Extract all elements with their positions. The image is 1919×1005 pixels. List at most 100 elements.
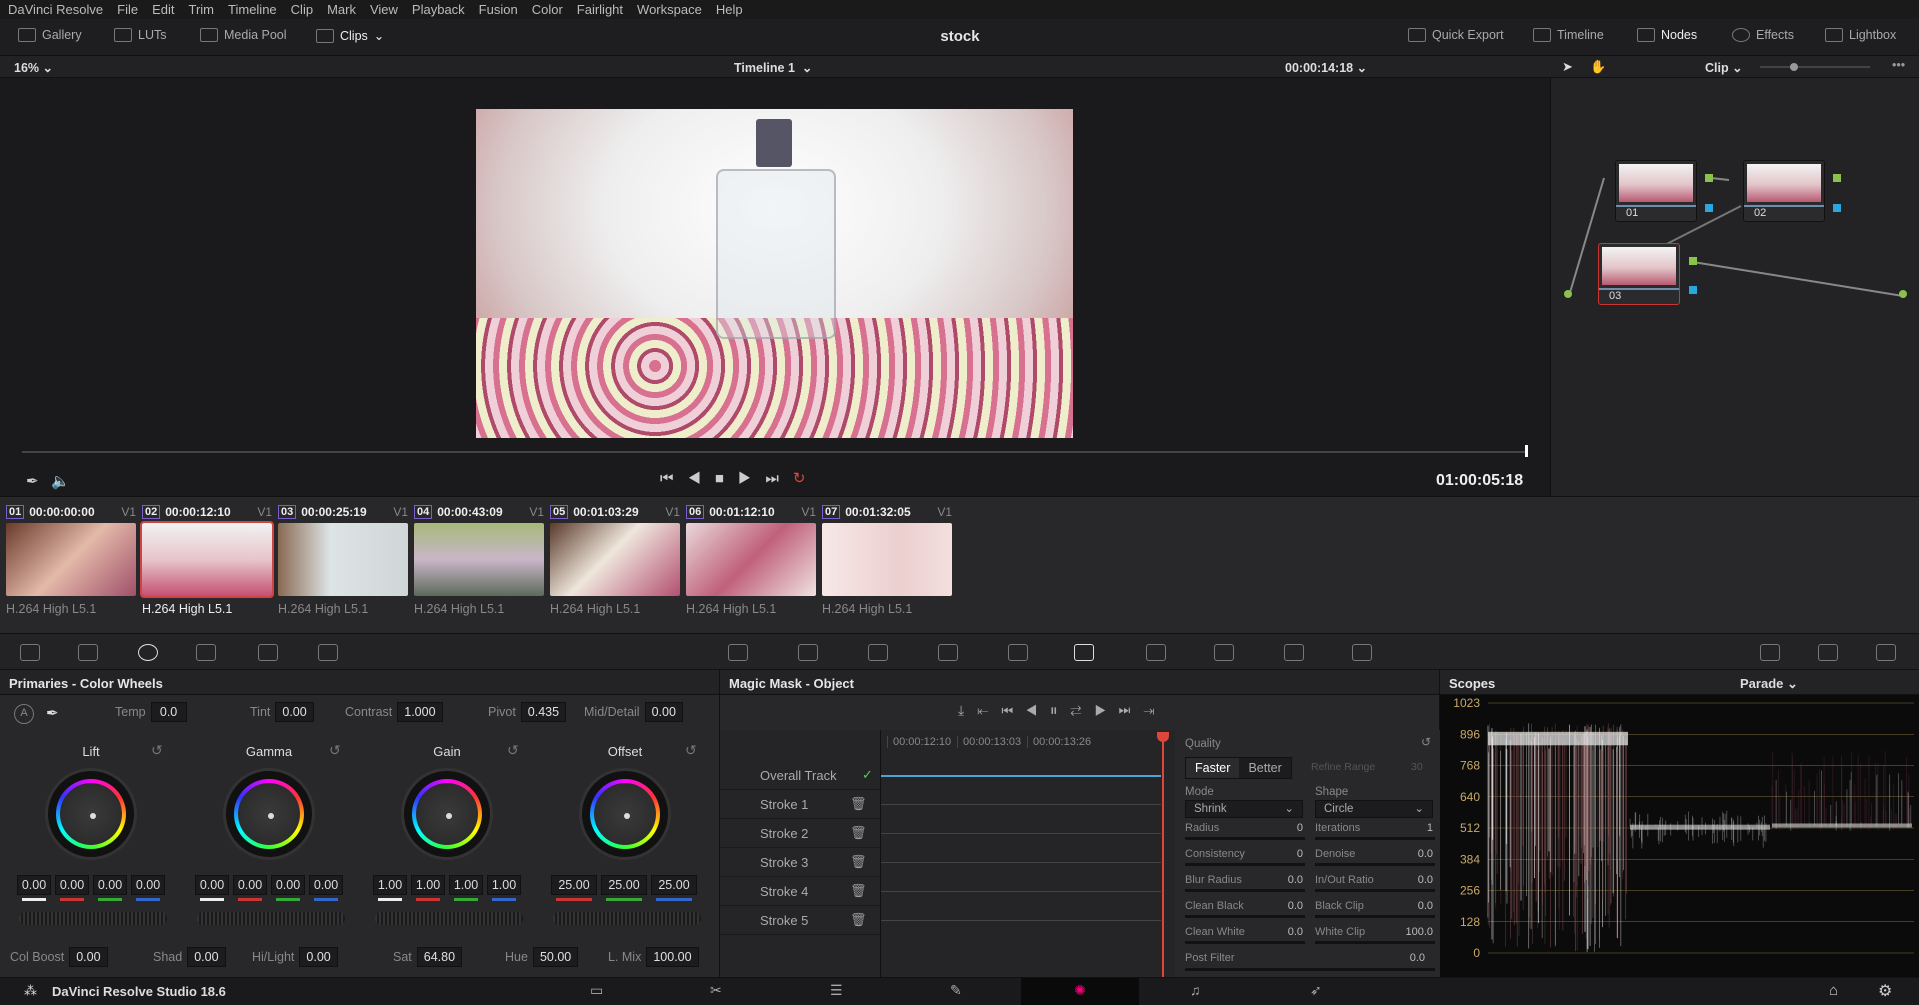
mask-track-row[interactable]: Stroke 5 🗑 [720,906,880,935]
mask-track-row[interactable]: Stroke 3 🗑 [720,848,880,877]
output-port[interactable] [1899,290,1907,298]
wheel-value[interactable]: 1.00 [411,875,445,901]
skip-start-icon[interactable]: ⏮ [1001,702,1026,718]
eyedropper-icon[interactable]: ✒ [26,473,39,490]
mask-track-row[interactable]: Stroke 4 🗑 [720,877,880,906]
mask-track-row[interactable]: Overall Track ✓ [720,761,880,790]
clip-07[interactable]: 07 00:01:32:05 V1 H.264 High L5.1 [822,505,952,616]
wheel-value[interactable]: 0.00 [93,875,127,901]
playhead[interactable] [1525,445,1528,457]
trash-icon[interactable]: 🗑 [850,883,867,899]
clip-06[interactable]: 06 00:01:12:10 V1 H.264 High L5.1 [686,505,816,616]
volume-icon[interactable]: 🔈 [51,473,70,490]
param-slider[interactable] [1315,863,1435,866]
clip-02[interactable]: 02 00:00:12:10 V1 H.264 High L5.1 [140,505,274,616]
wheel-puck[interactable] [268,813,274,819]
field-value[interactable]: 0.00 [275,702,314,722]
color-warper-palette-icon[interactable] [798,644,818,661]
deliver-page-icon[interactable]: ➶ [1310,982,1322,999]
motion-effects-palette-icon[interactable] [318,644,338,661]
cut-page-icon[interactable]: ✂ [710,982,722,999]
menu-file[interactable]: File [117,2,138,17]
wheel-value[interactable]: 25.00 [651,875,697,901]
param-slider[interactable] [1315,941,1435,944]
wheel-value[interactable]: 1.00 [449,875,483,901]
param-slider[interactable] [1315,837,1435,840]
skip-end-icon[interactable]: ⏭ [765,470,793,487]
menu-mark[interactable]: Mark [327,2,356,17]
field-value[interactable]: 64.80 [416,947,463,967]
wheel-value[interactable]: 0.00 [131,875,165,901]
menu-playback[interactable]: Playback [412,2,465,17]
qualifier-palette-icon[interactable] [868,644,888,661]
clip-thumbnail[interactable] [550,523,680,596]
reset-icon[interactable]: ↺ [329,742,341,759]
field-value[interactable]: 1.000 [397,702,443,722]
node-output-port[interactable] [1705,204,1713,212]
wheel-value[interactable]: 1.00 [373,875,407,901]
param-slider[interactable] [1185,941,1305,944]
gain-color-wheel[interactable] [401,768,493,860]
quality-faster[interactable]: Faster [1186,758,1240,778]
wheel-value[interactable]: 0.00 [195,875,229,901]
menu-view[interactable]: View [370,2,398,17]
lightbox-button[interactable]: Lightbox [1825,28,1896,42]
more-options-icon[interactable]: ••• [1892,58,1905,72]
field-value[interactable]: 0.00 [187,947,226,967]
clips-button[interactable]: Clips ⌄ [316,28,384,43]
menu-fusion[interactable]: Fusion [479,2,518,17]
menu-davinci-resolve[interactable]: DaVinci Resolve [8,2,103,17]
field-value[interactable]: 0.435 [520,702,567,722]
source-timecode[interactable]: 00:00:14:18 ⌄ [1285,60,1367,75]
track-back-icon[interactable]: ◀ [1026,702,1050,718]
clip-04[interactable]: 04 00:00:43:09 V1 H.264 High L5.1 [414,505,544,616]
nodes-button[interactable]: Nodes [1637,28,1697,42]
node-output-port[interactable] [1689,286,1697,294]
quality-better[interactable]: Better [1239,758,1290,778]
mask-track-row[interactable]: Stroke 1 🗑 [720,790,880,819]
wheel-value[interactable]: 0.00 [55,875,89,901]
color-match-palette-icon[interactable] [78,644,98,661]
trash-icon[interactable]: 🗑 [850,825,867,841]
gallery-button[interactable]: Gallery [18,28,82,42]
post-filter-slider[interactable] [1185,968,1435,971]
scope-mode-dropdown[interactable]: Parade ⌄ [1740,676,1798,692]
track-forward-icon[interactable]: ▶ [1094,702,1118,718]
fairlight-page-icon[interactable]: ♫ [1190,982,1201,998]
track-both-icon[interactable]: ⇄ [1070,702,1094,718]
field-value[interactable]: 50.00 [532,947,579,967]
field-value[interactable]: 100.00 [646,947,699,967]
clip-03[interactable]: 03 00:00:25:19 V1 H.264 High L5.1 [278,505,408,616]
master-wheel[interactable] [197,912,345,925]
quick-export-button[interactable]: Quick Export [1408,28,1504,42]
master-wheel[interactable] [375,912,523,925]
wheel-value[interactable]: 25.00 [601,875,647,901]
magic-mask-palette-icon[interactable] [1074,644,1094,661]
reset-icon[interactable]: ↺ [507,742,519,759]
wheel-value[interactable]: 0.00 [17,875,51,901]
master-wheel[interactable] [553,912,701,925]
clip-05[interactable]: 05 00:01:03:29 V1 H.264 High L5.1 [550,505,680,616]
clip-01[interactable]: 01 00:00:00:00 V1 H.264 High L5.1 [6,505,136,616]
trash-icon[interactable]: 🗑 [850,912,867,928]
primaries-palette-icon[interactable] [138,644,158,661]
loop-icon[interactable]: ↻ [793,470,820,487]
wheel-puck[interactable] [90,813,96,819]
reset-icon[interactable]: ↺ [151,742,163,759]
step-forward-icon[interactable]: ⇥ [1143,702,1167,718]
wheel-value[interactable]: 1.00 [487,875,521,901]
key-palette-icon[interactable] [1214,644,1234,661]
wheel-value[interactable]: 0.00 [233,875,267,901]
step-back-icon[interactable]: ⇤ [977,702,1001,718]
edit-page-icon[interactable]: ☰ [830,982,843,999]
master-wheel[interactable] [19,912,167,925]
menu-help[interactable]: Help [716,2,743,17]
offset-color-wheel[interactable] [579,768,671,860]
skip-end-icon[interactable]: ⏭ [1119,702,1144,718]
param-slider[interactable] [1185,915,1305,918]
wheel-value[interactable]: 0.00 [309,875,343,901]
field-value[interactable]: 0.00 [69,947,108,967]
tracker-palette-icon[interactable] [1008,644,1028,661]
wheel-puck[interactable] [624,813,630,819]
media-pool-button[interactable]: Media Pool [200,28,287,42]
